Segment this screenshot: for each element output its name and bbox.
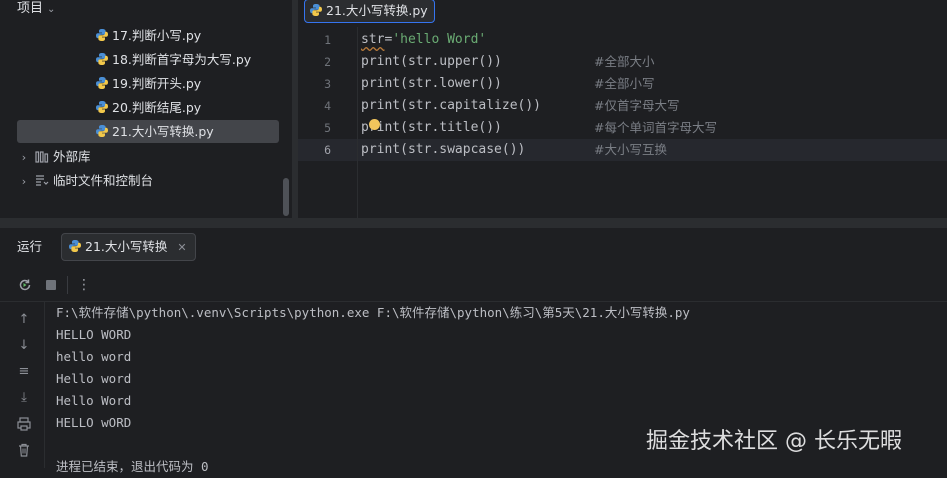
code-line[interactable]: print(str.title()) <box>361 117 502 139</box>
file-item-selected[interactable]: 21.大小写转换.py <box>17 120 279 143</box>
project-panel: 项目 ⌄ 17.判断小写.py 18.判断首字母为大写.py 19.判断开头.py… <box>0 0 292 218</box>
code-comment: #每个单词首字母大写 <box>594 120 717 135</box>
file-item[interactable]: 17.判断小写.py <box>95 24 201 47</box>
code-string: 'hello Word' <box>392 32 487 47</box>
file-name: 18.判断首字母为大写.py <box>112 52 252 67</box>
line-number: 6 <box>324 143 331 157</box>
scroll-to-end-icon[interactable]: ⤓ <box>16 390 32 406</box>
chevron-right-icon[interactable]: › <box>17 170 31 193</box>
line-number: 1 <box>324 33 331 47</box>
console-output-line: HELLO WORD <box>56 327 132 342</box>
gutter-separator <box>357 27 358 218</box>
console-exit-status: 进程已结束，退出代码为 0 <box>56 459 209 474</box>
scroll-up-icon[interactable]: ↑ <box>16 312 32 328</box>
python-file-icon <box>96 77 108 89</box>
console-side-toolbar: ↑ ↓ ≡ ⤓ <box>0 302 45 468</box>
rerun-icon[interactable] <box>17 277 33 293</box>
python-file-icon <box>96 101 108 113</box>
lightbulb-icon[interactable] <box>369 119 380 130</box>
console-output-line: hello word <box>56 349 132 364</box>
run-panel: 运行 21.大小写转换 ✕ ⋮ ↑ ↓ ≡ ⤓ F:\软件存储\python\.v… <box>0 228 947 474</box>
python-file-icon <box>96 29 108 41</box>
more-options-icon[interactable]: ⋮ <box>76 277 92 293</box>
line-number: 5 <box>324 121 331 135</box>
code-comment: #大小写互换 <box>594 142 667 157</box>
file-name: 17.判断小写.py <box>112 28 202 43</box>
editor-tab-label: 21.大小写转换.py <box>326 3 428 18</box>
code-line[interactable]: print(str.lower()) <box>361 73 502 95</box>
file-name: 19.判断开头.py <box>112 76 202 91</box>
chevron-down-icon[interactable]: ⌄ <box>47 4 55 15</box>
close-icon[interactable]: ✕ <box>177 241 186 254</box>
tree-item-external-libraries[interactable]: › 外部库 <box>17 145 91 168</box>
run-tab-label: 21.大小写转换 <box>85 239 168 254</box>
console-output-line: Hello Word <box>56 393 132 408</box>
console-output-line: F:\软件存储\python\.venv\Scripts\python.exe … <box>56 305 690 320</box>
code-line[interactable]: print(str.swapcase()) <box>361 139 525 161</box>
print-icon[interactable] <box>16 416 32 432</box>
code-comment: #仅首字母大写 <box>594 98 680 113</box>
python-file-icon <box>310 4 322 16</box>
file-name: 21.大小写转换.py <box>112 124 214 139</box>
toolbar-separator <box>67 276 68 294</box>
project-title: 项目 <box>17 1 44 16</box>
code-comment: #全部大小 <box>594 54 655 69</box>
python-file-icon <box>96 125 108 137</box>
stop-icon[interactable] <box>43 277 59 293</box>
code-line[interactable]: print(str.upper()) <box>361 51 502 73</box>
python-file-icon <box>69 240 81 252</box>
trash-icon[interactable] <box>16 442 32 458</box>
line-number-gutter: 1 2 3 4 5 6 <box>298 27 353 218</box>
library-icon <box>35 151 49 163</box>
project-header[interactable]: 项目 ⌄ <box>17 0 55 18</box>
tree-item-label: 外部库 <box>52 149 91 164</box>
file-item[interactable]: 18.判断首字母为大写.py <box>95 48 251 71</box>
scratches-console-icon <box>35 175 49 186</box>
python-file-icon <box>96 53 108 65</box>
soft-wrap-icon[interactable]: ≡ <box>16 364 32 380</box>
horizontal-splitter[interactable] <box>0 218 947 228</box>
line-number: 3 <box>324 77 331 91</box>
line-number: 2 <box>324 55 331 69</box>
line-number: 4 <box>324 99 331 113</box>
tree-item-scratches[interactable]: › 临时文件和控制台 <box>17 169 153 192</box>
scroll-down-icon[interactable]: ↓ <box>16 338 32 354</box>
code-variable: str <box>361 32 385 47</box>
code-line[interactable]: str='hello Word' <box>361 29 486 51</box>
file-item[interactable]: 20.判断结尾.py <box>95 96 201 119</box>
run-panel-title: 运行 <box>17 239 43 254</box>
run-config-tab[interactable]: 21.大小写转换 ✕ <box>61 233 196 261</box>
tree-item-label: 临时文件和控制台 <box>52 173 153 188</box>
file-item[interactable]: 19.判断开头.py <box>95 72 201 95</box>
run-toolbar: ⋮ <box>0 269 947 302</box>
project-scrollbar[interactable] <box>283 178 289 216</box>
code-line[interactable]: print(str.capitalize()) <box>361 95 541 117</box>
editor-tab-strip: 21.大小写转换.py <box>298 0 947 23</box>
chevron-right-icon[interactable]: › <box>17 146 31 169</box>
editor-tab[interactable]: 21.大小写转换.py <box>304 0 435 23</box>
watermark: 掘金技术社区 @ 长乐无暇 <box>646 429 902 454</box>
console-output-line: Hello word <box>56 371 132 386</box>
editor-panel: 21.大小写转换.py 1 2 3 4 5 6 str='hello Word'… <box>298 0 947 218</box>
code-comment: #全部小写 <box>594 76 655 91</box>
file-name: 20.判断结尾.py <box>112 100 202 115</box>
console-output-line: HELLO wORD <box>56 415 132 430</box>
